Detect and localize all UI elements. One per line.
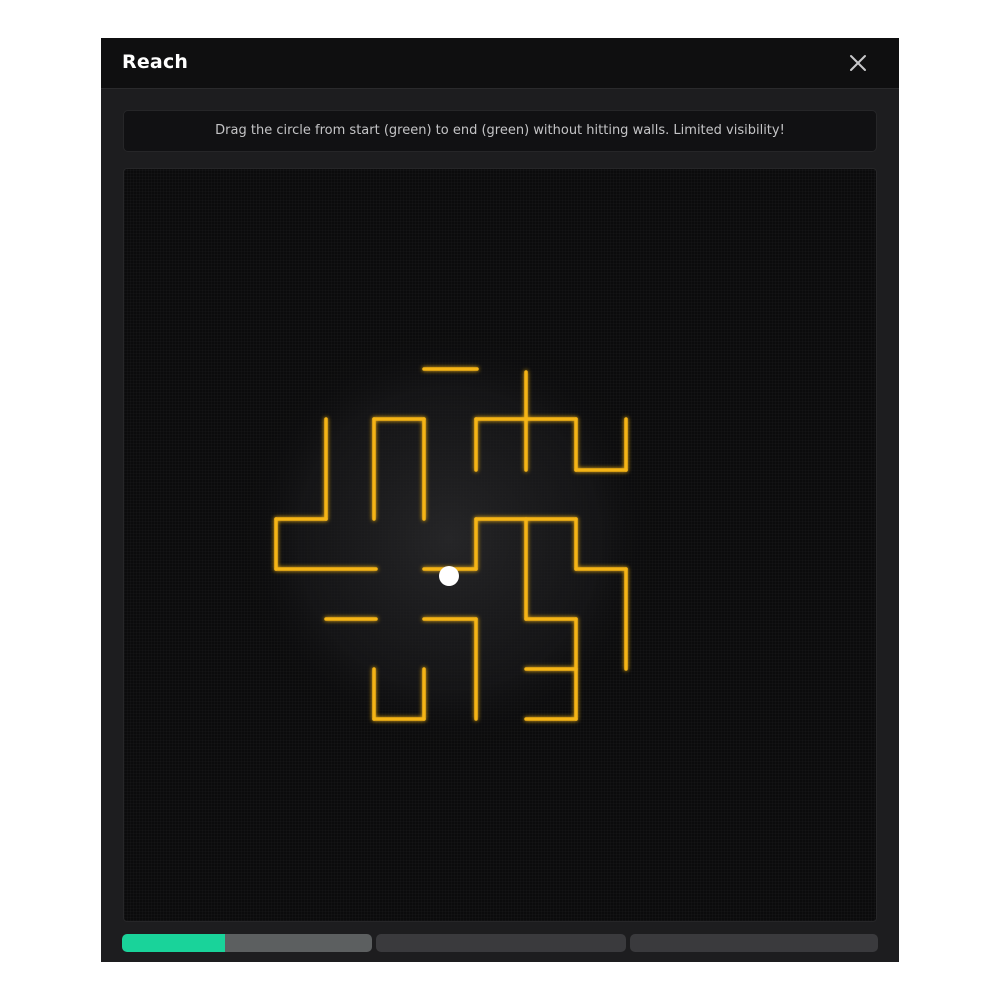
progress-bar (122, 934, 878, 952)
title-bar: Reach (101, 38, 899, 89)
progress-segment-1-fill (122, 934, 225, 952)
progress-segment-1 (122, 934, 372, 952)
progress-segment-3 (630, 934, 878, 952)
maze-svg (234, 324, 664, 754)
close-button[interactable] (845, 50, 871, 76)
visibility-radius (234, 324, 664, 754)
dialog-window: Reach Drag the circle from start (green)… (101, 38, 899, 962)
close-icon (850, 55, 866, 71)
instructions-banner: Drag the circle from start (green) to en… (123, 110, 877, 152)
maze-canvas[interactable] (123, 168, 877, 922)
player-circle[interactable] (439, 566, 459, 586)
progress-segment-2 (376, 934, 626, 952)
window-title: Reach (122, 51, 189, 73)
